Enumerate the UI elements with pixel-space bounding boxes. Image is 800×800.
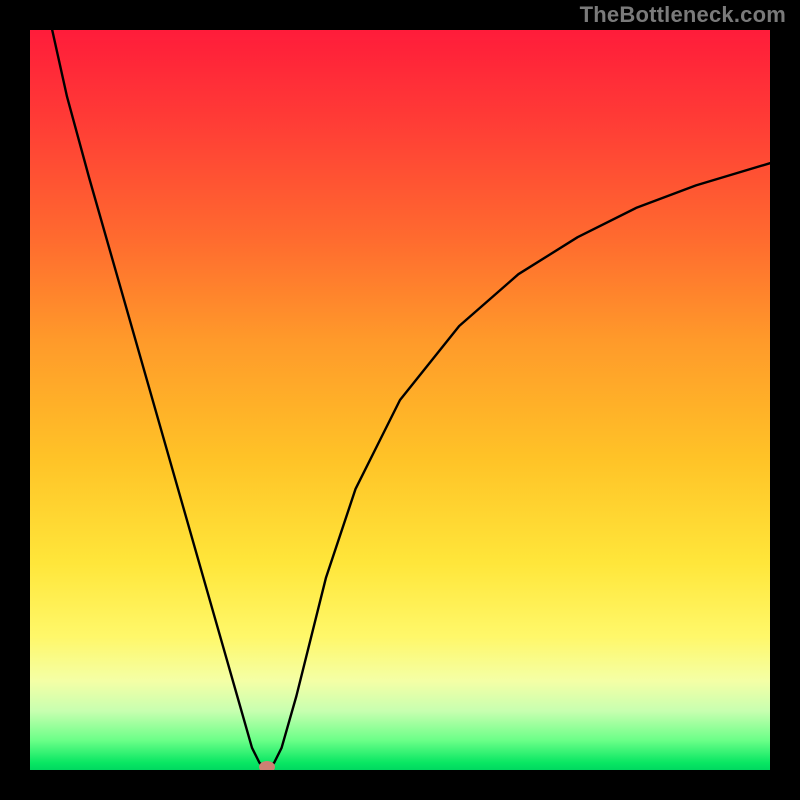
optimum-marker [259,761,275,770]
chart-frame: TheBottleneck.com [0,0,800,800]
curve-path [52,30,770,770]
bottleneck-curve [30,30,770,770]
watermark-text: TheBottleneck.com [580,2,786,28]
plot-area [30,30,770,770]
